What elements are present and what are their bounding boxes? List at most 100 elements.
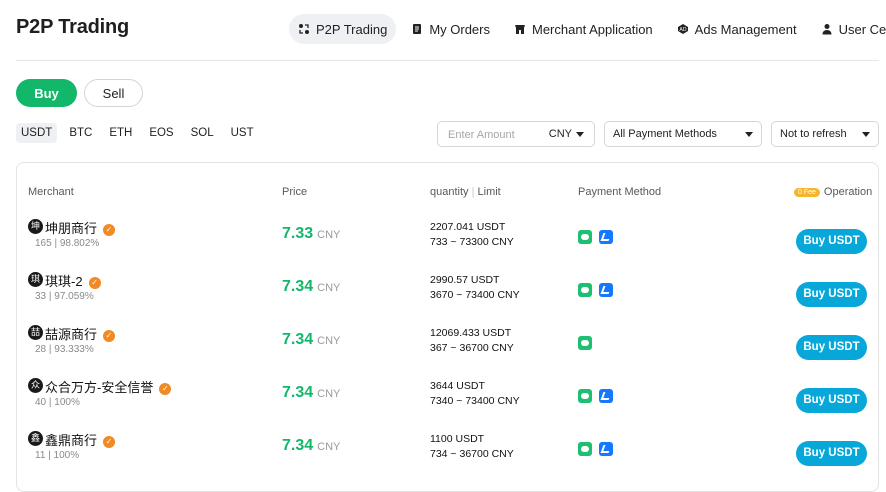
amount-filter: CNY	[437, 121, 595, 148]
verified-icon: ✓	[103, 330, 116, 342]
table-row: 坤 坤朋商行 ✓ 165 | 98.802% 7.33 CNY 2207.041 U…	[17, 215, 878, 268]
buy-usdt-button[interactable]: Buy USDT	[796, 335, 867, 360]
quantity: 12069.433 USDT	[430, 327, 512, 339]
order-count: 165	[35, 238, 52, 249]
coin-tab-btc[interactable]: BTC	[64, 123, 97, 143]
currency-select[interactable]: CNY	[549, 128, 584, 140]
ads-icon: AD	[677, 23, 689, 35]
price-currency: CNY	[317, 388, 341, 400]
merchant-name[interactable]: 坤朋商行 ✓	[45, 218, 116, 237]
alipay-icon	[599, 230, 613, 244]
buy-usdt-button[interactable]: Buy USDT	[796, 441, 867, 466]
coin-tab-eth[interactable]: ETH	[104, 123, 137, 143]
p2p-icon	[298, 23, 310, 35]
quantity-limit: 1100 USDT 734 ~ 36700 CNY	[430, 432, 514, 462]
buy-usdt-button[interactable]: Buy USDT	[796, 282, 867, 307]
merchant-name-text: 坤朋商行	[45, 221, 98, 236]
header-quantity: quantity	[430, 186, 469, 198]
table-row: 琪 琪琪-2 ✓ 33 | 97.059% 7.34 CNY 2990.57 USD…	[17, 268, 878, 321]
coin-tabs: USDT BTC ETH EOS SOL UST	[16, 123, 266, 143]
price-value: 7.33	[282, 225, 314, 242]
wechat-pay-icon	[578, 230, 592, 244]
merchant-name[interactable]: 鑫鼎商行 ✓	[45, 430, 116, 449]
nav-user-center[interactable]: User Center	[812, 14, 886, 44]
buy-usdt-button[interactable]: Buy USDT	[796, 229, 867, 254]
sell-tab[interactable]: Sell	[84, 79, 143, 107]
quantity: 1100 USDT	[430, 433, 485, 445]
nav-label: P2P Trading	[316, 21, 388, 37]
header-limit: Limit	[477, 186, 501, 198]
price-value: 7.34	[282, 278, 314, 295]
coin-tab-sol[interactable]: SOL	[186, 123, 219, 143]
avatar: 琪	[28, 272, 43, 287]
limit: 733 ~ 73300 CNY	[430, 236, 514, 248]
shop-icon	[514, 23, 526, 35]
quantity-limit: 3644 USDT 7340 ~ 73400 CNY	[430, 379, 520, 409]
nav-ads-management[interactable]: AD Ads Management	[668, 14, 806, 44]
refresh-select[interactable]: Not to refresh	[771, 121, 879, 147]
table-row: 众 众合万方-安全信誉 ✓ 40 | 100% 7.34 CNY 3644 USDT…	[17, 374, 878, 427]
merchant-name-text: 众合万方-安全信誉	[45, 380, 154, 395]
price-currency: CNY	[317, 282, 341, 294]
wechat-pay-icon	[578, 336, 592, 350]
user-icon	[821, 23, 833, 35]
merchant-name[interactable]: 众合万方-安全信誉 ✓	[45, 377, 172, 396]
buy-usdt-button[interactable]: Buy USDT	[796, 388, 867, 413]
merchant-name[interactable]: 琪琪-2 ✓	[45, 271, 101, 290]
zero-fee-badge: 0 Fee	[794, 188, 820, 197]
avatar: 众	[28, 378, 43, 393]
wechat-pay-icon	[578, 389, 592, 403]
orders-icon	[411, 23, 423, 35]
coin-tab-usdt[interactable]: USDT	[16, 123, 58, 143]
verified-icon: ✓	[88, 277, 101, 289]
price: 7.34 CNY	[282, 437, 340, 455]
quantity-limit: 2990.57 USDT 3670 ~ 73400 CNY	[430, 273, 520, 303]
payment-methods	[578, 389, 620, 403]
chevron-down-icon	[576, 132, 584, 137]
nav-p2p-trading[interactable]: P2P Trading	[289, 14, 397, 44]
price-currency: CNY	[317, 335, 341, 347]
payment-method-select[interactable]: All Payment Methods	[604, 121, 762, 147]
price-currency: CNY	[317, 229, 341, 241]
header-operation: 0 Fee Operation	[794, 186, 872, 198]
merchant-name-text: 琪琪-2	[45, 274, 83, 289]
alipay-icon	[599, 442, 613, 456]
buy-tab[interactable]: Buy	[16, 79, 77, 107]
refresh-label: Not to refresh	[780, 128, 847, 140]
limit: 734 ~ 36700 CNY	[430, 448, 514, 460]
limit: 3670 ~ 73400 CNY	[430, 289, 520, 301]
price: 7.34 CNY	[282, 331, 340, 349]
coin-tab-eos[interactable]: EOS	[144, 123, 178, 143]
nav-label: User Center	[838, 21, 886, 37]
wechat-pay-icon	[578, 283, 592, 297]
merchant-name-text: 鑫鼎商行	[45, 433, 98, 448]
avatar: 鑫	[28, 431, 43, 446]
alipay-icon	[599, 389, 613, 403]
payment-method-label: All Payment Methods	[613, 128, 717, 140]
order-count: 33	[35, 291, 47, 302]
limit: 367 ~ 36700 CNY	[430, 342, 514, 354]
completion-rate: 100%	[54, 397, 80, 408]
nav-label: Merchant Application	[531, 21, 653, 37]
table-row: 鑫 鑫鼎商行 ✓ 11 | 100% 7.34 CNY 1100 USDT 734 ~…	[17, 427, 878, 480]
amount-input[interactable]	[446, 122, 545, 148]
nav-merchant-application[interactable]: Merchant Application	[505, 14, 662, 44]
top-nav: P2P Trading My Orders Merchant Applicati…	[289, 14, 886, 44]
operation-label: Operation	[823, 186, 873, 198]
coin-tab-ust[interactable]: UST	[226, 123, 259, 143]
merchant-name[interactable]: 喆源商行 ✓	[45, 324, 116, 343]
alipay-icon	[599, 283, 613, 297]
quantity: 2207.041 USDT	[430, 221, 506, 233]
nav-my-orders[interactable]: My Orders	[402, 14, 499, 44]
payment-methods	[578, 283, 620, 297]
header-divider	[16, 60, 879, 61]
avatar: 坤	[28, 219, 43, 234]
completion-rate: 97.059%	[54, 291, 94, 302]
header-merchant: Merchant	[28, 186, 74, 198]
currency-label: CNY	[548, 128, 572, 140]
table-row: 喆 喆源商行 ✓ 28 | 93.333% 7.34 CNY 12069.433 U…	[17, 321, 878, 374]
payment-methods	[578, 442, 620, 456]
svg-text:AD: AD	[679, 27, 686, 33]
completion-rate: 98.802%	[59, 238, 100, 249]
avatar: 喆	[28, 325, 43, 340]
